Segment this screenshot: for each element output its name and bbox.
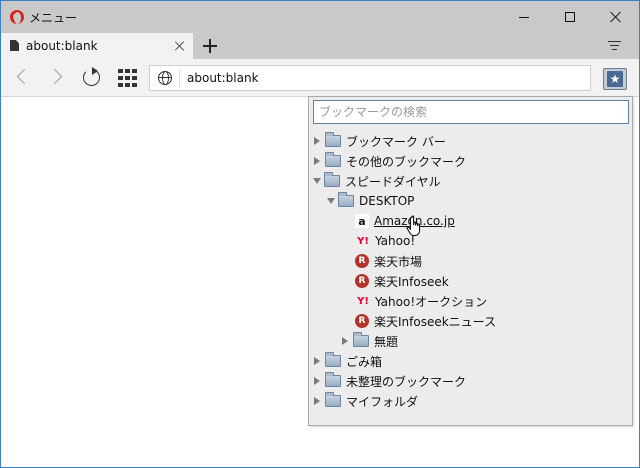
maximize-icon xyxy=(565,12,575,22)
rakuten-icon: R xyxy=(355,314,369,328)
new-tab-button[interactable] xyxy=(199,35,221,57)
collapse-arrow-icon[interactable] xyxy=(313,178,321,184)
folder-icon xyxy=(353,332,369,347)
bookmark-rakuten-ichiba[interactable]: R 楽天市場 xyxy=(355,251,422,271)
tree-item-label: 無題 xyxy=(374,334,399,349)
tree-item-other-bookmarks[interactable]: その他のブックマーク xyxy=(314,151,466,171)
bookmark-label[interactable]: Yahoo!オークション xyxy=(375,293,487,310)
close-window-button[interactable] xyxy=(593,1,639,33)
expand-arrow-icon[interactable] xyxy=(314,137,320,145)
bookmark-label[interactable]: 楽天Infoseekニュース xyxy=(374,313,496,330)
bookmark-search-input[interactable] xyxy=(313,100,629,124)
expand-arrow-icon[interactable] xyxy=(314,397,320,405)
collapse-arrow-icon[interactable] xyxy=(327,198,335,204)
tree-item-label: その他のブックマーク xyxy=(346,154,467,169)
tab-close-icon[interactable] xyxy=(174,40,186,52)
rakuten-icon: R xyxy=(355,274,369,288)
reload-button[interactable] xyxy=(81,67,103,89)
tree-item-label: スピードダイヤル xyxy=(345,174,441,189)
bookmark-label[interactable]: 楽天市場 xyxy=(374,253,422,270)
tab-strip: about:blank xyxy=(1,33,639,59)
folder-icon xyxy=(325,372,341,387)
star-icon: ★ xyxy=(607,71,623,87)
yahoo-icon: Y! xyxy=(357,295,369,307)
address-bar[interactable]: about:blank xyxy=(149,65,591,91)
tree-item-untitled[interactable]: 無題 xyxy=(342,331,398,351)
bookmark-amazon[interactable]: a Amazon.co.jp xyxy=(355,211,455,231)
rakuten-icon: R xyxy=(355,254,369,268)
back-button[interactable] xyxy=(11,67,33,89)
chevron-left-icon xyxy=(16,68,33,85)
document-icon xyxy=(10,40,19,51)
globe-icon xyxy=(158,71,172,85)
browser-window: メニュー about:blank about:blank ★ ブックマークの検索… xyxy=(0,0,640,468)
bookmark-label[interactable]: 楽天Infoseek xyxy=(374,273,449,290)
title-bar: メニュー xyxy=(1,1,639,33)
maximize-button[interactable] xyxy=(547,1,593,33)
folder-icon xyxy=(325,392,341,407)
expand-arrow-icon[interactable] xyxy=(314,377,320,385)
yahoo-icon: Y! xyxy=(357,235,369,247)
speed-dial-button[interactable] xyxy=(117,67,139,89)
minimize-icon xyxy=(519,16,529,18)
grid-icon xyxy=(118,69,138,87)
tree-item-my-folder[interactable]: マイフォルダ xyxy=(314,391,418,411)
bookmark-rakuten-infoseek-news[interactable]: R 楽天Infoseekニュース xyxy=(355,311,496,331)
bookmarks-popup: ブックマーク バー その他のブックマーク スピードダイヤル DESKTOP a … xyxy=(308,96,633,426)
bookmark-rakuten-infoseek[interactable]: R 楽天Infoseek xyxy=(355,271,449,291)
close-icon xyxy=(610,11,622,23)
tree-item-label: ブックマーク バー xyxy=(346,134,446,149)
tab-about-blank[interactable]: about:blank xyxy=(1,33,193,59)
expand-arrow-icon[interactable] xyxy=(314,157,320,165)
tree-item-trash[interactable]: ごみ箱 xyxy=(314,351,382,371)
tree-item-label: DESKTOP xyxy=(359,194,415,208)
forward-button[interactable] xyxy=(46,67,69,89)
chevron-right-icon xyxy=(46,68,63,85)
tab-menu-icon[interactable] xyxy=(607,39,623,53)
folder-icon xyxy=(325,132,341,147)
tree-item-unsorted[interactable]: 未整理のブックマーク xyxy=(314,371,466,391)
reload-arrow-icon xyxy=(92,67,98,75)
expand-arrow-icon[interactable] xyxy=(342,337,348,345)
folder-icon xyxy=(325,152,341,167)
address-separator xyxy=(179,69,180,87)
amazon-icon: a xyxy=(355,214,369,228)
tree-item-label: 未整理のブックマーク xyxy=(346,374,467,389)
tree-item-label: ごみ箱 xyxy=(346,354,383,369)
tree-item-desktop[interactable]: DESKTOP xyxy=(327,191,414,211)
hand-cursor-icon xyxy=(406,215,421,236)
tab-label: about:blank xyxy=(26,39,98,53)
minimize-button[interactable] xyxy=(501,1,547,33)
tree-item-bookmark-bar[interactable]: ブックマーク バー xyxy=(314,131,446,151)
bookmarks-button[interactable]: ★ xyxy=(603,68,627,90)
address-url[interactable]: about:blank xyxy=(187,71,259,85)
folder-icon xyxy=(324,172,340,187)
navigation-toolbar: about:blank ★ xyxy=(1,59,639,97)
opera-logo-icon[interactable] xyxy=(10,10,24,24)
folder-icon xyxy=(325,352,341,367)
expand-arrow-icon[interactable] xyxy=(314,357,320,365)
tree-item-speed-dial[interactable]: スピードダイヤル xyxy=(313,171,441,191)
tree-item-label: マイフォルダ xyxy=(346,394,419,409)
bookmark-yahoo-auction[interactable]: Y! Yahoo!オークション xyxy=(355,291,487,311)
folder-icon xyxy=(338,192,354,207)
window-title: メニュー xyxy=(29,11,78,25)
